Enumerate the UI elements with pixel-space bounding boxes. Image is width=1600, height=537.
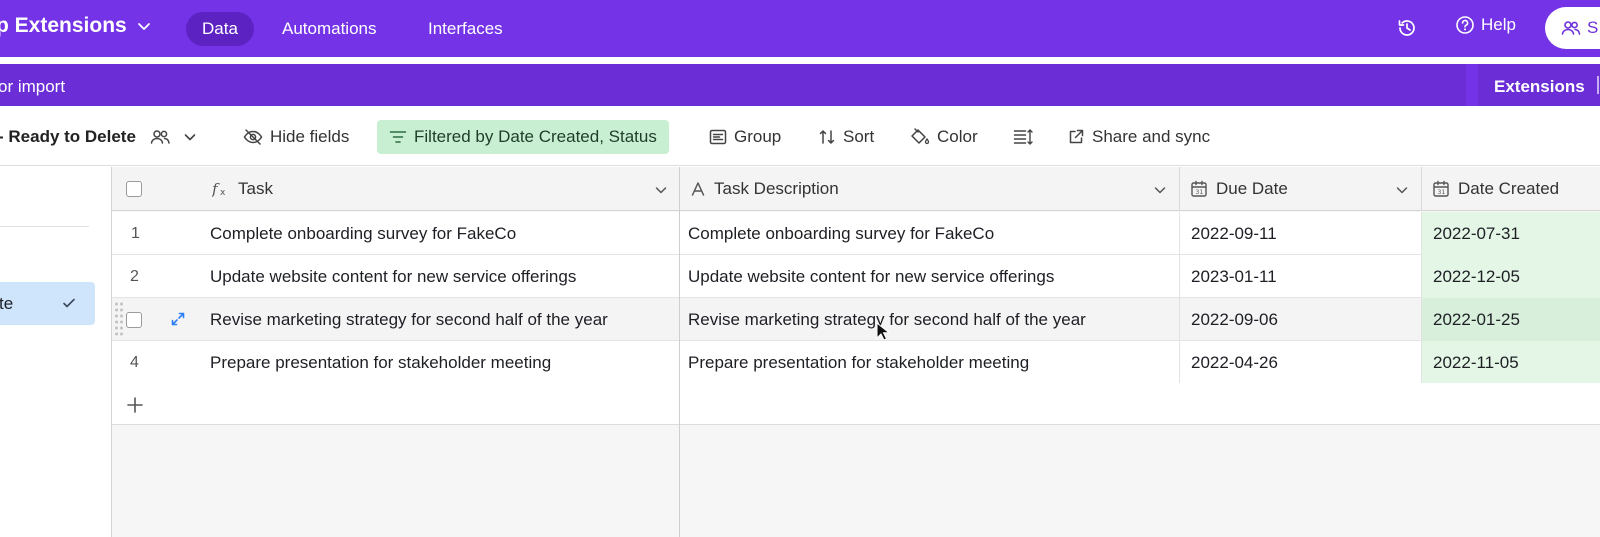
chevron-down-icon[interactable]: [1153, 183, 1167, 197]
column-header-date-created[interactable]: 31 Date Created: [1432, 167, 1559, 211]
share-button[interactable]: S: [1545, 7, 1600, 49]
hide-fields-label: Hide fields: [270, 127, 350, 146]
view-toolbar: [0, 106, 1600, 166]
svg-text:31: 31: [1438, 189, 1446, 196]
view-name: - Ready to Delete: [0, 127, 136, 146]
tab-data[interactable]: Data: [186, 12, 254, 46]
paint-bucket-icon: [910, 128, 930, 146]
plus-icon[interactable]: [126, 396, 144, 414]
table-tabs-bar: [0, 64, 1600, 106]
hide-fields-button[interactable]: Hide fields: [243, 120, 349, 154]
sidebar-item-label: te: [0, 293, 14, 313]
row-number: 2: [130, 267, 139, 285]
due-date-cell[interactable]: 2022-09-11: [1191, 212, 1277, 255]
due-date-cell[interactable]: 2023-01-11: [1191, 255, 1277, 298]
description-cell[interactable]: Update website content for new service o…: [688, 255, 1054, 298]
row-checkbox[interactable]: [126, 298, 142, 341]
due-date-cell[interactable]: 2022-04-26: [1191, 341, 1278, 384]
date-created-cell[interactable]: 2022-12-05: [1433, 255, 1520, 298]
table-header-row: [112, 167, 1600, 211]
filter-label: Filtered by Date Created, Status: [414, 127, 657, 146]
column-line: [1179, 212, 1180, 383]
external-link-icon: [1067, 128, 1085, 146]
task-cell[interactable]: Prepare presentation for stakeholder mee…: [210, 341, 551, 384]
drag-handle-icon[interactable]: [114, 301, 124, 337]
color-button[interactable]: Color: [910, 120, 978, 154]
task-cell[interactable]: Update website content for new service o…: [210, 255, 576, 298]
date-created-cell[interactable]: 2022-11-05: [1433, 341, 1519, 384]
help-label: Help: [1481, 15, 1516, 34]
check-icon: [61, 295, 77, 311]
share-sync-label: Share and sync: [1092, 127, 1211, 146]
column-header-task-description[interactable]: Task Description: [690, 167, 839, 211]
sidebar-divider: [0, 226, 89, 227]
date-created-cell[interactable]: 2022-07-31: [1433, 212, 1520, 255]
extensions-separator: [1597, 76, 1599, 94]
chevron-down-icon: [135, 17, 153, 35]
svg-text:31: 31: [1196, 189, 1204, 196]
collaborators-icon: [149, 127, 171, 147]
base-name-menu[interactable]: p Extensions: [0, 14, 153, 38]
column-header-label: Task: [238, 179, 273, 198]
task-cell[interactable]: Complete onboarding survey for FakeCo: [210, 212, 516, 255]
description-cell[interactable]: Complete onboarding survey for FakeCo: [688, 212, 994, 255]
row-number: 4: [130, 353, 139, 371]
sidebar-item-selected-view[interactable]: te: [0, 282, 95, 325]
column-header-label: Date Created: [1458, 179, 1560, 198]
calendar-icon: 31: [1190, 180, 1208, 198]
sort-button[interactable]: Sort: [818, 120, 874, 154]
help-button[interactable]: Help: [1455, 15, 1516, 35]
chevron-down-icon: [182, 129, 198, 145]
svg-text:x: x: [220, 188, 226, 197]
views-sidebar: [0, 167, 112, 537]
sort-icon: [818, 128, 836, 146]
add-or-import-button[interactable]: or import: [0, 77, 65, 97]
filter-button[interactable]: Filtered by Date Created, Status: [377, 120, 669, 154]
sort-label: Sort: [843, 127, 875, 146]
column-line: [1421, 212, 1422, 383]
history-icon[interactable]: [1396, 17, 1418, 39]
chevron-down-icon[interactable]: [654, 183, 668, 197]
mouse-cursor-icon: [876, 322, 890, 342]
select-all-checkbox[interactable]: [126, 167, 142, 211]
column-header-due-date[interactable]: 31 Due Date: [1190, 167, 1288, 211]
extensions-button[interactable]: Extensions: [1494, 77, 1585, 97]
add-record-row[interactable]: [112, 383, 1600, 425]
column-separator: [1179, 167, 1180, 211]
calendar-icon: 31: [1432, 180, 1450, 198]
share-label: S: [1587, 18, 1599, 37]
tab-interfaces[interactable]: Interfaces: [412, 12, 519, 46]
date-created-cell[interactable]: 2022-01-25: [1433, 298, 1520, 341]
due-date-cell[interactable]: 2022-09-06: [1191, 298, 1278, 341]
group-button[interactable]: Group: [709, 120, 781, 154]
svg-text:f: f: [212, 181, 220, 197]
eye-off-icon: [243, 128, 263, 146]
frozen-column-divider[interactable]: [679, 167, 680, 537]
users-icon: [1561, 18, 1581, 38]
color-label: Color: [937, 127, 978, 146]
column-separator: [1421, 167, 1422, 211]
formula-icon: fx: [212, 181, 230, 197]
share-sync-button[interactable]: Share and sync: [1067, 120, 1210, 154]
row-height-icon: [1013, 128, 1035, 146]
group-label: Group: [734, 127, 782, 146]
row-number: 1: [131, 224, 140, 242]
filter-icon: [389, 129, 407, 145]
view-name-menu[interactable]: - Ready to Delete: [0, 120, 198, 154]
base-name: p Extensions: [0, 14, 127, 37]
subbar-divider: [1466, 64, 1478, 106]
column-header-label: Due Date: [1216, 179, 1288, 198]
row-height-button[interactable]: [1013, 120, 1035, 154]
expand-record-icon[interactable]: [170, 311, 186, 327]
column-header-label: Task Description: [714, 179, 839, 198]
group-icon: [709, 129, 727, 145]
column-header-task[interactable]: fx Task: [212, 167, 273, 211]
help-icon: [1455, 15, 1475, 35]
description-cell[interactable]: Prepare presentation for stakeholder mee…: [688, 341, 1029, 384]
tab-automations[interactable]: Automations: [266, 12, 393, 46]
text-icon: [690, 181, 706, 197]
task-cell[interactable]: Revise marketing strategy for second hal…: [210, 298, 608, 341]
chevron-down-icon[interactable]: [1395, 183, 1409, 197]
